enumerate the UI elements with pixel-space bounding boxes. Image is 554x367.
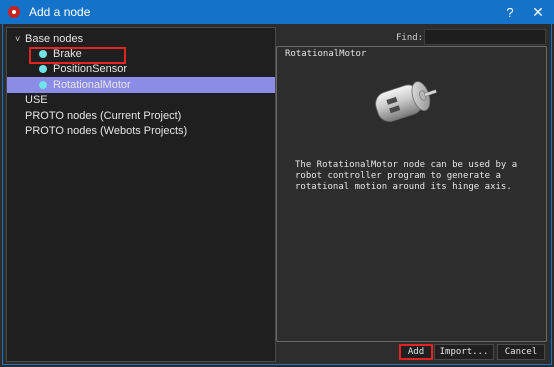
- import-button[interactable]: Import...: [434, 344, 494, 360]
- webots-icon: [8, 6, 20, 18]
- title-bar: Add a node ? ✕: [0, 0, 554, 24]
- node-dot-icon: [39, 65, 47, 73]
- tree-item-label: PROTO nodes (Current Project): [25, 110, 182, 122]
- help-button[interactable]: ?: [498, 0, 522, 24]
- tree-item-use[interactable]: USE: [7, 92, 275, 108]
- node-info-title: RotationalMotor: [283, 49, 369, 59]
- close-button[interactable]: ✕: [526, 0, 550, 24]
- tree-item-base-nodes[interactable]: ˅ Base nodes: [7, 31, 275, 47]
- tree-item-proto-webots[interactable]: PROTO nodes (Webots Projects): [7, 123, 275, 139]
- add-button[interactable]: Add: [399, 344, 433, 360]
- tree-item-label: USE: [25, 94, 48, 106]
- node-description: The RotationalMotor node can be used by …: [295, 160, 518, 193]
- find-input[interactable]: [424, 29, 546, 45]
- cancel-button[interactable]: Cancel: [497, 344, 545, 360]
- selection-highlight: [29, 47, 126, 64]
- chevron-down-icon[interactable]: ˅: [15, 34, 20, 44]
- motor-image: [375, 81, 437, 122]
- tree-item-rotational-motor[interactable]: RotationalMotor: [7, 77, 275, 93]
- node-dot-icon: [39, 81, 47, 89]
- tree-item-label: Base nodes: [25, 33, 84, 45]
- tree-item-proto-current[interactable]: PROTO nodes (Current Project): [7, 108, 275, 124]
- tree-item-label: PROTO nodes (Webots Projects): [25, 125, 188, 137]
- find-label: Find:: [396, 33, 424, 43]
- node-tree[interactable]: ˅ Base nodes Brake PositionSensor Rotati…: [6, 27, 276, 362]
- window-title: Add a node: [29, 5, 91, 19]
- tree-item-label: RotationalMotor: [53, 79, 131, 91]
- tree-item-label: PositionSensor: [53, 63, 127, 75]
